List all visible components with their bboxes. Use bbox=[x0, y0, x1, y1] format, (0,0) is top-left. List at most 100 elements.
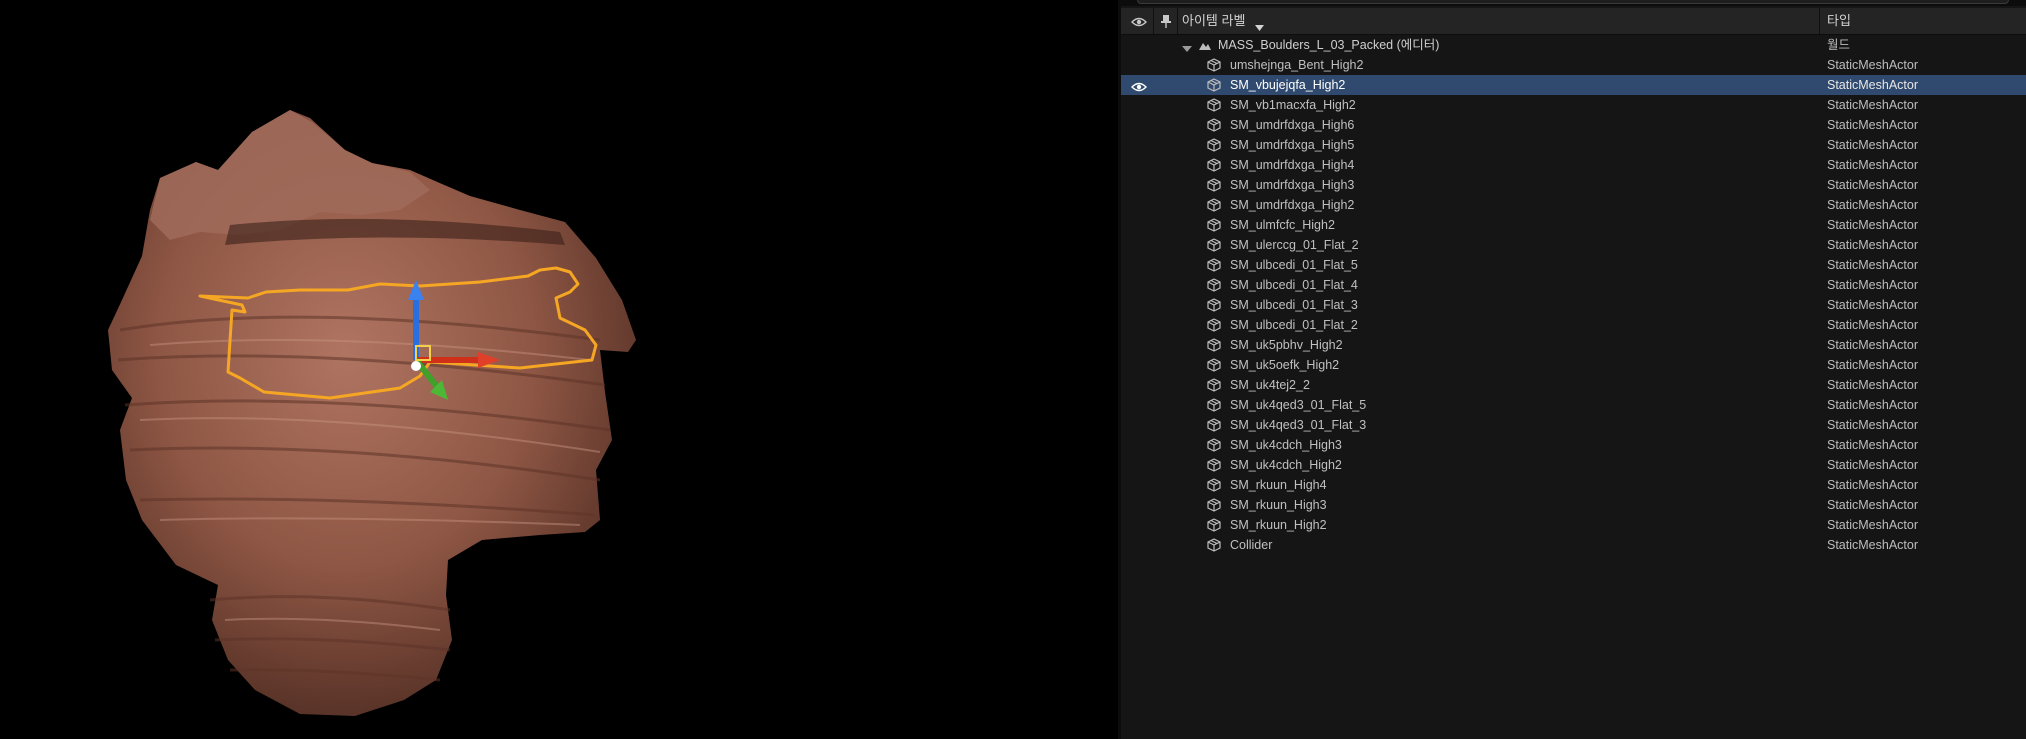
tree-row-actor[interactable]: umshejnga_Bent_High2 StaticMeshActor bbox=[1121, 55, 2026, 75]
actor-type: StaticMeshActor bbox=[1827, 278, 1919, 292]
header-separator[interactable] bbox=[1819, 8, 1820, 34]
tree-row-actor[interactable]: SM_vb1macxfa_High2 StaticMeshActor bbox=[1121, 95, 2026, 115]
tree-row-actor[interactable]: SM_uk4cdch_High2 StaticMeshActor bbox=[1121, 455, 2026, 475]
tree-row-actor[interactable]: SM_umdrfdxga_High5 StaticMeshActor bbox=[1121, 135, 2026, 155]
actor-label: SM_rkuun_High4 bbox=[1230, 478, 1327, 492]
actor-label: SM_uk4tej2_2 bbox=[1230, 378, 1310, 392]
actor-label: SM_uk5pbhv_High2 bbox=[1230, 338, 1343, 352]
tree-row-actor[interactable]: SM_rkuun_High3 StaticMeshActor bbox=[1121, 495, 2026, 515]
actor-type: StaticMeshActor bbox=[1827, 118, 1919, 132]
tree-row-actor[interactable]: Collider StaticMeshActor bbox=[1121, 535, 2026, 555]
static-mesh-icon bbox=[1207, 518, 1221, 532]
tree-row-actor[interactable]: SM_ulbcedi_01_Flat_5 StaticMeshActor bbox=[1121, 255, 2026, 275]
tree-row-actor[interactable]: SM_uk4qed3_01_Flat_3 StaticMeshActor bbox=[1121, 415, 2026, 435]
actor-label: SM_umdrfdxga_High3 bbox=[1230, 178, 1355, 192]
actor-type: StaticMeshActor bbox=[1827, 538, 1919, 552]
actor-label: SM_rkuun_High2 bbox=[1230, 518, 1327, 532]
chevron-down-icon[interactable] bbox=[1255, 18, 1264, 31]
actor-type: StaticMeshActor bbox=[1827, 298, 1919, 312]
world-label: MASS_Boulders_L_03_Packed (에디터) bbox=[1218, 38, 1440, 52]
static-mesh-icon bbox=[1207, 418, 1221, 432]
actor-label: SM_umdrfdxga_High4 bbox=[1230, 158, 1355, 172]
actor-type: StaticMeshActor bbox=[1827, 438, 1919, 452]
tree-row-actor[interactable]: SM_umdrfdxga_High6 StaticMeshActor bbox=[1121, 115, 2026, 135]
actor-label: Collider bbox=[1230, 538, 1273, 552]
static-mesh-icon bbox=[1207, 458, 1221, 472]
eye-icon[interactable] bbox=[1131, 79, 1147, 92]
actor-label: SM_umdrfdxga_High2 bbox=[1230, 198, 1355, 212]
label-column-header[interactable]: 아이템 라벨 bbox=[1182, 8, 1245, 34]
tree-row-actor[interactable]: SM_uk4tej2_2 StaticMeshActor bbox=[1121, 375, 2026, 395]
search-input[interactable] bbox=[1137, 0, 2009, 4]
tree-row-actor[interactable]: SM_umdrfdxga_High3 StaticMeshActor bbox=[1121, 175, 2026, 195]
actor-label: SM_ulerccg_01_Flat_2 bbox=[1230, 238, 1359, 252]
actor-label: SM_umdrfdxga_High6 bbox=[1230, 118, 1355, 132]
actor-type: StaticMeshActor bbox=[1827, 178, 1919, 192]
actor-label: SM_rkuun_High3 bbox=[1230, 498, 1327, 512]
static-mesh-icon bbox=[1207, 258, 1221, 272]
static-mesh-icon bbox=[1207, 198, 1221, 212]
tree-row-actor[interactable]: SM_uk4cdch_High3 StaticMeshActor bbox=[1121, 435, 2026, 455]
actor-label: SM_vb1macxfa_High2 bbox=[1230, 98, 1356, 112]
world-outliner-panel: 아이템 라벨 타입 MASS_Boulders_L_03_Packed (에디터… bbox=[1118, 0, 2026, 739]
actor-label: SM_uk5oefk_High2 bbox=[1230, 358, 1340, 372]
tree-row-actor[interactable]: SM_ulmfcfc_High2 StaticMeshActor bbox=[1121, 215, 2026, 235]
static-mesh-icon bbox=[1207, 338, 1221, 352]
actor-label: SM_ulbcedi_01_Flat_5 bbox=[1230, 258, 1358, 272]
chevron-down-icon[interactable] bbox=[1182, 40, 1192, 52]
actor-type: StaticMeshActor bbox=[1827, 258, 1919, 272]
tree-row-actor[interactable]: SM_umdrfdxga_High4 StaticMeshActor bbox=[1121, 155, 2026, 175]
level-viewport[interactable] bbox=[0, 0, 1118, 739]
type-column-header[interactable]: 타입 bbox=[1827, 8, 1851, 34]
world-icon bbox=[1198, 38, 1212, 52]
gizmo-pivot[interactable] bbox=[411, 361, 421, 371]
static-mesh-icon bbox=[1207, 358, 1221, 372]
tree-row-world[interactable]: MASS_Boulders_L_03_Packed (에디터) 월드 bbox=[1121, 35, 2026, 55]
actor-label: SM_ulbcedi_01_Flat_4 bbox=[1230, 278, 1358, 292]
outliner-header: 아이템 라벨 타입 bbox=[1121, 8, 2026, 35]
world-type: 월드 bbox=[1827, 38, 1851, 52]
viewport-scene[interactable] bbox=[0, 0, 1118, 739]
static-mesh-icon bbox=[1207, 158, 1221, 172]
tree-row-actor[interactable]: SM_umdrfdxga_High2 StaticMeshActor bbox=[1121, 195, 2026, 215]
tree-row-actor[interactable]: SM_uk4qed3_01_Flat_5 StaticMeshActor bbox=[1121, 395, 2026, 415]
tree-row-actor[interactable]: SM_rkuun_High2 StaticMeshActor bbox=[1121, 515, 2026, 535]
actor-type: StaticMeshActor bbox=[1827, 198, 1919, 212]
tree-row-actor[interactable]: SM_uk5pbhv_High2 StaticMeshActor bbox=[1121, 335, 2026, 355]
static-mesh-icon bbox=[1207, 478, 1221, 492]
static-mesh-icon bbox=[1207, 298, 1221, 312]
tree-row-actor[interactable]: SM_ulerccg_01_Flat_2 StaticMeshActor bbox=[1121, 235, 2026, 255]
header-separator bbox=[1153, 8, 1154, 34]
actor-type: StaticMeshActor bbox=[1827, 78, 1919, 92]
static-mesh-icon bbox=[1207, 398, 1221, 412]
actor-label: SM_ulbcedi_01_Flat_3 bbox=[1230, 298, 1358, 312]
actor-type: StaticMeshActor bbox=[1827, 138, 1919, 152]
actor-type: StaticMeshActor bbox=[1827, 358, 1919, 372]
actor-type: StaticMeshActor bbox=[1827, 478, 1919, 492]
eye-icon[interactable] bbox=[1131, 15, 1147, 27]
tree-row-actor[interactable]: SM_ulbcedi_01_Flat_2 StaticMeshActor bbox=[1121, 315, 2026, 335]
static-mesh-icon bbox=[1207, 58, 1221, 72]
static-mesh-icon bbox=[1207, 318, 1221, 332]
static-mesh-icon bbox=[1207, 98, 1221, 112]
static-mesh-icon bbox=[1207, 118, 1221, 132]
actor-type: StaticMeshActor bbox=[1827, 238, 1919, 252]
actor-label: SM_ulbcedi_01_Flat_2 bbox=[1230, 318, 1358, 332]
tree-row-actor[interactable]: SM_rkuun_High4 StaticMeshActor bbox=[1121, 475, 2026, 495]
actor-type: StaticMeshActor bbox=[1827, 498, 1919, 512]
actor-type: StaticMeshActor bbox=[1827, 518, 1919, 532]
tree-row-actor[interactable]: SM_vbujejqfa_High2 StaticMeshActor bbox=[1121, 75, 2026, 95]
actor-label: umshejnga_Bent_High2 bbox=[1230, 58, 1364, 72]
header-separator bbox=[1177, 8, 1178, 34]
pin-icon[interactable] bbox=[1160, 14, 1172, 28]
tree-row-actor[interactable]: SM_uk5oefk_High2 StaticMeshActor bbox=[1121, 355, 2026, 375]
tree-row-actor[interactable]: SM_ulbcedi_01_Flat_3 StaticMeshActor bbox=[1121, 295, 2026, 315]
search-strip bbox=[1121, 0, 2026, 6]
static-mesh-icon bbox=[1207, 438, 1221, 452]
static-mesh-icon bbox=[1207, 78, 1221, 92]
tree-row-actor[interactable]: SM_ulbcedi_01_Flat_4 StaticMeshActor bbox=[1121, 275, 2026, 295]
static-mesh-icon bbox=[1207, 278, 1221, 292]
actor-type: StaticMeshActor bbox=[1827, 58, 1919, 72]
actor-label: SM_uk4qed3_01_Flat_3 bbox=[1230, 418, 1367, 432]
actor-label: SM_uk4cdch_High2 bbox=[1230, 458, 1342, 472]
